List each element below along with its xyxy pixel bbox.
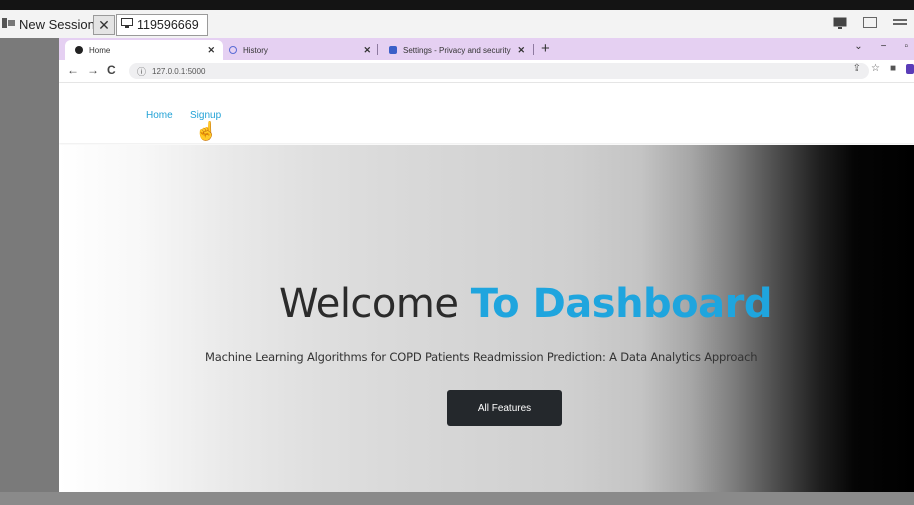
close-tab-icon[interactable]: ✕ <box>207 45 215 56</box>
back-icon[interactable]: ← <box>67 63 79 77</box>
menu-icon[interactable] <box>892 15 908 31</box>
tab-search-icon[interactable]: ⌄ <box>854 41 862 52</box>
session-icon <box>2 17 15 32</box>
close-tab-icon[interactable]: ✕ <box>363 45 371 56</box>
tab-separator <box>377 44 378 55</box>
restore-icon[interactable]: ▫ <box>904 41 908 52</box>
history-icon <box>229 46 237 54</box>
info-icon[interactable]: ⓘ <box>137 65 146 78</box>
sidepanel-icon[interactable]: ■ <box>890 63 896 74</box>
tab-settings[interactable]: Settings - Privacy and security ✕ <box>379 40 533 60</box>
left-gutter <box>0 38 59 505</box>
share-icon[interactable]: ⇪ <box>853 63 861 74</box>
screen-icon[interactable] <box>832 15 848 31</box>
gear-icon <box>389 46 397 54</box>
favicon-icon <box>75 46 83 54</box>
hero-title: Welcome To Dashboard <box>279 281 773 327</box>
tab-separator <box>533 44 534 55</box>
tab-label: History <box>243 45 268 55</box>
reload-icon[interactable]: C <box>107 63 116 77</box>
tab-label: Settings - Privacy and security <box>403 45 511 55</box>
nav-signup-link[interactable]: Signup <box>190 110 221 121</box>
hero-subtitle: Machine Learning Algorithms for COPD Pat… <box>205 350 758 364</box>
url-input[interactable]: ⓘ 127.0.0.1:5000 <box>129 63 869 79</box>
close-tab-icon[interactable]: ✕ <box>517 45 525 56</box>
hero-title-plain: Welcome <box>279 281 459 327</box>
browser-window: Home ✕ History ✕ Settings - Privacy and … <box>59 38 914 492</box>
hero-title-highlight: To Dashboard <box>470 281 773 327</box>
session-id-field[interactable]: 119596669 <box>116 14 208 36</box>
nav-home-link[interactable]: Home <box>146 110 173 121</box>
new-tab-icon[interactable]: + <box>541 40 550 57</box>
url-text: 127.0.0.1:5000 <box>152 66 206 76</box>
address-bar: ← → C ⓘ 127.0.0.1:5000 ⇪ ☆ ■ <box>59 60 914 83</box>
profile-avatar[interactable] <box>906 63 914 74</box>
minimize-icon[interactable]: − <box>881 41 887 52</box>
top-strip <box>0 0 914 10</box>
hand-cursor-icon: ☝ <box>195 121 218 141</box>
site-navbar: Home Signup ☝ <box>59 83 914 143</box>
new-session-button[interactable]: New Session <box>2 14 95 34</box>
session-id-text: 119596669 <box>137 18 199 32</box>
bottom-strip <box>0 492 914 505</box>
remote-session-toolbar: New Session ✕ 119596669 <box>0 10 914 39</box>
chat-icon[interactable] <box>862 15 878 31</box>
all-features-button[interactable]: All Features <box>447 390 562 426</box>
web-page: Home Signup ☝ Welcome To Dashboard Machi… <box>59 83 914 492</box>
tab-bar: Home ✕ History ✕ Settings - Privacy and … <box>59 38 914 60</box>
monitor-icon <box>121 18 133 32</box>
tab-history[interactable]: History ✕ <box>219 40 379 60</box>
close-icon[interactable]: ✕ <box>93 15 115 35</box>
tab-home[interactable]: Home ✕ <box>65 40 223 60</box>
tab-label: Home <box>89 45 111 55</box>
forward-icon[interactable]: → <box>87 63 99 77</box>
bookmark-star-icon[interactable]: ☆ <box>871 63 880 74</box>
new-session-label: New Session <box>19 16 95 32</box>
hero-section: Welcome To Dashboard Machine Learning Al… <box>59 145 914 492</box>
